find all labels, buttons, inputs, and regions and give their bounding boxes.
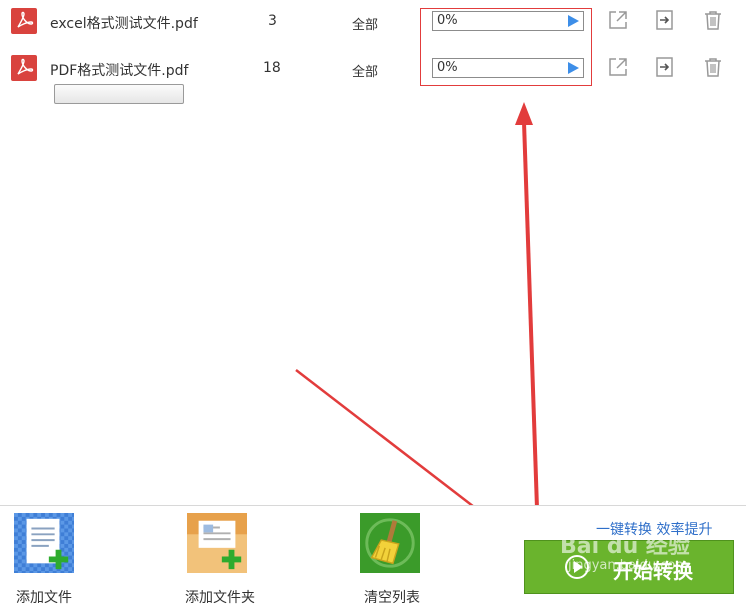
baidu-watermark-logo: Bai du 经验 [560,534,690,559]
add-folder-button[interactable]: 添加文件夹 [185,513,267,606]
add-file-icon [14,513,74,573]
add-folder-icon [187,513,247,573]
broom-icon [360,513,420,573]
clear-list-button[interactable]: 清空列表 [360,513,440,606]
add-file-button[interactable]: 添加文件 [14,513,94,606]
baidu-watermark-url: jingyan.baidu.com [568,558,688,573]
add-folder-label: 添加文件夹 [185,590,255,606]
clear-list-label: 清空列表 [364,590,420,606]
add-file-label: 添加文件 [16,590,72,606]
